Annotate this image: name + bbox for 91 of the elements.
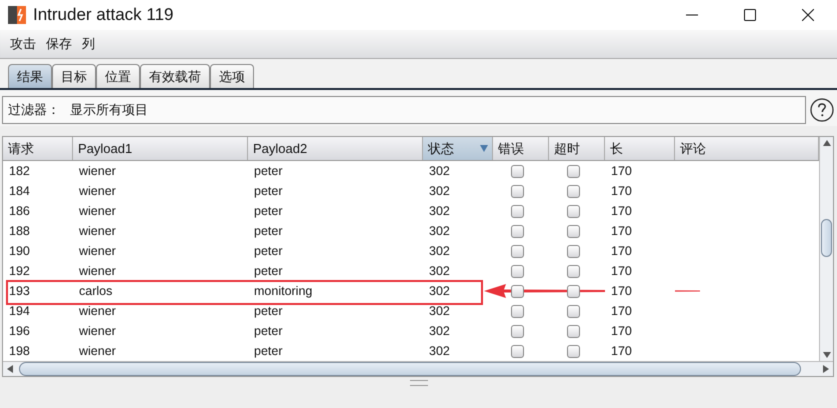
table-cell-text: 302: [428, 203, 451, 220]
table-cell-text: 302: [428, 263, 451, 280]
table-cell-text: 302: [428, 163, 451, 180]
checkbox[interactable]: [510, 164, 524, 178]
checkbox[interactable]: [510, 284, 524, 298]
checkbox[interactable]: [510, 244, 524, 258]
table-cell-text: 193: [8, 283, 31, 300]
tab[interactable]: 目标: [52, 64, 96, 88]
table-cell-text: 188: [8, 223, 31, 240]
table-cell-text: wiener: [78, 183, 117, 200]
table-cell-text: wiener: [78, 323, 117, 340]
table-cell-text: wiener: [78, 243, 117, 260]
table-cell-text: wiener: [78, 163, 117, 180]
help-icon[interactable]: [810, 98, 834, 122]
close-icon[interactable]: [802, 9, 814, 21]
table-cell-text: 194: [8, 303, 31, 320]
scroll-down-icon[interactable]: [822, 352, 830, 358]
checkbox[interactable]: [566, 264, 580, 278]
table-cell-text: 192: [8, 263, 31, 280]
column-header[interactable]: Payload1: [73, 137, 248, 160]
table-cell-text: 302: [428, 283, 451, 300]
table-cell-text: peter: [253, 323, 284, 340]
table-cell-text: 302: [428, 343, 451, 360]
table-cell-text: peter: [253, 203, 284, 220]
tab[interactable]: 结果: [8, 64, 52, 88]
table-cell-text: 182: [8, 163, 31, 180]
checkbox[interactable]: [510, 264, 524, 278]
checkbox[interactable]: [566, 304, 580, 318]
table-cell-text: peter: [253, 343, 284, 360]
splitter-handle[interactable]: [410, 380, 428, 386]
sort-descending-icon: [480, 145, 488, 152]
checkbox[interactable]: [566, 184, 580, 198]
table-cell-text: 190: [8, 243, 31, 260]
table-cell-text: 302: [428, 323, 451, 340]
table-cell-text: wiener: [78, 203, 117, 220]
menu-item[interactable]: 攻击: [6, 35, 40, 53]
table-cell-text: monitoring: [253, 283, 314, 300]
tab[interactable]: 位置: [96, 64, 140, 88]
menu-item[interactable]: 列: [78, 35, 99, 53]
table-cell-text: wiener: [78, 263, 117, 280]
column-header[interactable]: 超时: [549, 137, 605, 160]
table-cell-text: carlos: [78, 283, 114, 300]
table-cell-text: 302: [428, 183, 451, 200]
checkbox[interactable]: [566, 164, 580, 178]
table-cell-text: peter: [253, 243, 284, 260]
table-cell-text: peter: [253, 303, 284, 320]
checkbox[interactable]: [510, 304, 524, 318]
column-header[interactable]: 错误: [493, 137, 549, 160]
table-cell-text: 196: [8, 323, 31, 340]
table-cell-text: wiener: [78, 303, 117, 320]
checkbox[interactable]: [566, 204, 580, 218]
checkbox[interactable]: [510, 204, 524, 218]
column-header[interactable]: 请求: [3, 137, 73, 160]
column-header[interactable]: 状态: [423, 137, 493, 160]
table-cell-text: 302: [428, 303, 451, 320]
vertical-scrollbar[interactable]: [819, 137, 833, 361]
scroll-right-icon[interactable]: [823, 365, 829, 373]
checkbox[interactable]: [510, 344, 524, 358]
tab[interactable]: 有效载荷: [140, 64, 210, 88]
checkbox[interactable]: [566, 284, 580, 298]
checkbox[interactable]: [510, 184, 524, 198]
menu-item[interactable]: 保存: [42, 35, 76, 53]
table-cell-text: peter: [253, 163, 284, 180]
table-cell-text: peter: [253, 263, 284, 280]
filter-label: 过滤器：: [8, 102, 60, 119]
checkbox[interactable]: [510, 324, 524, 338]
app-icon: [7, 5, 27, 25]
scroll-up-icon[interactable]: [822, 140, 830, 146]
checkbox[interactable]: [566, 224, 580, 238]
table-cell-text: 184: [8, 183, 31, 200]
table-cell-text: peter: [253, 183, 284, 200]
maximize-icon[interactable]: [744, 9, 756, 21]
column-header[interactable]: 长: [605, 137, 675, 160]
window-title: Intruder attack 119: [33, 5, 174, 25]
table-cell-text: 302: [428, 223, 451, 240]
filter-bar[interactable]: 过滤器： 显示所有项目: [2, 96, 806, 124]
scroll-thumb[interactable]: [821, 219, 832, 257]
table-cell-text: 198: [8, 343, 31, 360]
table-cell-text: wiener: [78, 223, 117, 240]
checkbox[interactable]: [566, 344, 580, 358]
checkbox[interactable]: [510, 224, 524, 238]
column-label: 状态: [428, 140, 454, 158]
checkbox[interactable]: [566, 244, 580, 258]
table-cell-text: 186: [8, 203, 31, 220]
scroll-left-icon[interactable]: [7, 365, 13, 373]
table-cell-text: peter: [253, 223, 284, 240]
table-cell-text: 302: [428, 243, 451, 260]
checkbox[interactable]: [566, 324, 580, 338]
filter-value: 显示所有项目: [70, 102, 148, 119]
tab[interactable]: 选项: [210, 64, 254, 88]
table-cell-text: wiener: [78, 343, 117, 360]
